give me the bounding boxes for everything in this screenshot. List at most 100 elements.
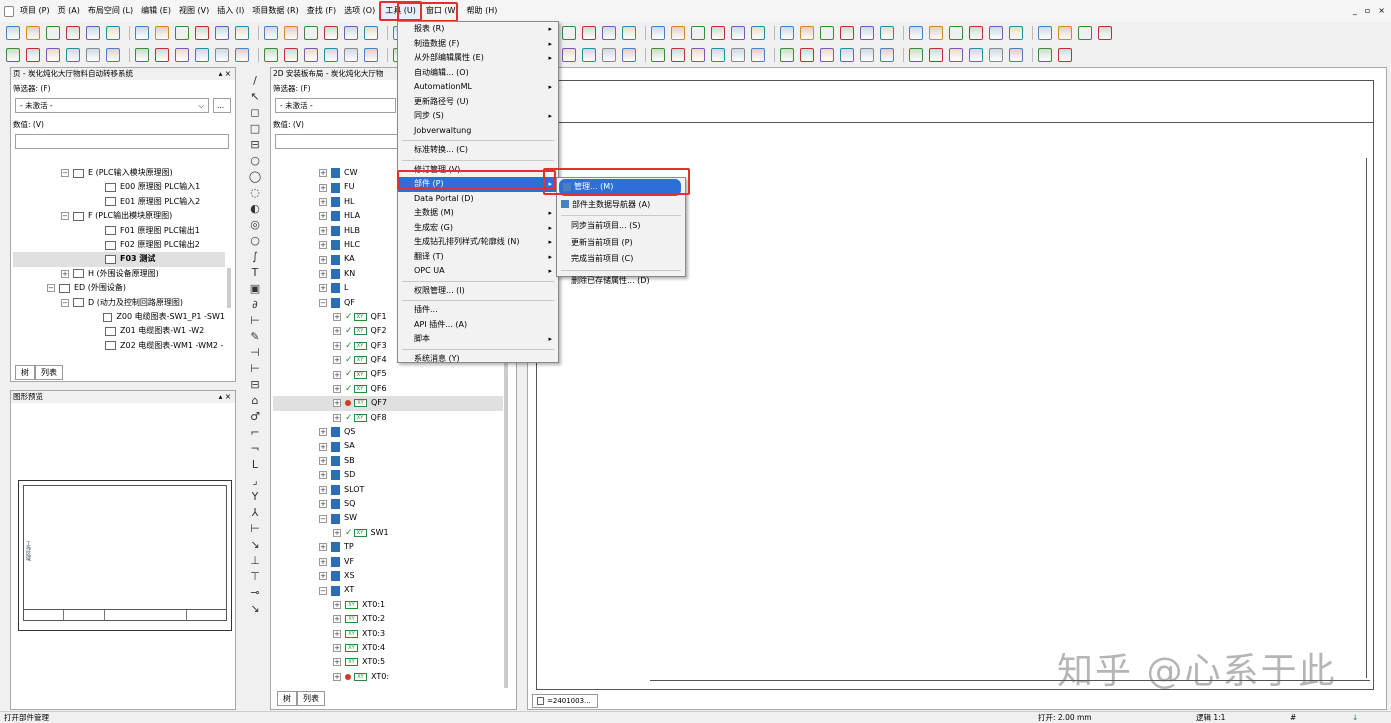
menu-item-8[interactable]: 选项 (O) [340, 0, 379, 22]
tree-node[interactable]: Z01 电缆图表-W1 -W2 [13, 324, 225, 338]
tools-menu-item-2[interactable]: 从外部编辑属性 (E) ▸ [398, 51, 558, 66]
tree-node[interactable]: + XY XT0: [273, 670, 503, 684]
scrollbar-thumb[interactable] [227, 268, 231, 308]
drawing-tool-icon[interactable]: ⊥ [249, 554, 262, 567]
filter-combo[interactable]: - 未激活 - [275, 98, 396, 113]
toolbar-button-icon[interactable] [6, 48, 20, 62]
menu-item-4[interactable]: 视图 (V) [175, 0, 213, 22]
expand-icon[interactable]: + [319, 543, 327, 552]
toolbar-button-icon[interactable] [215, 48, 229, 62]
expand-icon[interactable]: + [333, 313, 341, 322]
toolbar-button-icon[interactable] [840, 48, 854, 62]
drawing-tool-icon[interactable]: ∂ [249, 298, 262, 311]
expand-icon[interactable]: + [319, 485, 327, 494]
drawing-tool-icon[interactable]: ↖ [249, 90, 262, 103]
toolbar-button-icon[interactable] [989, 48, 1003, 62]
toolbar-button-icon[interactable] [1078, 26, 1092, 40]
tools-menu-item-16[interactable]: 生成钻孔排列样式/轮廓线 (N) ▸ [398, 235, 558, 250]
tree-node[interactable]: − D (动力及控制回路原理图) [13, 296, 225, 310]
tree-node[interactable]: − ED (外围设备) [13, 281, 225, 295]
toolbar-button-icon[interactable] [820, 48, 834, 62]
drawing-tool-icon[interactable]: ♂ [249, 410, 262, 423]
toolbar-button-icon[interactable] [6, 26, 20, 40]
drawing-tool-icon[interactable]: ◯ [249, 170, 262, 183]
expand-icon[interactable]: + [333, 615, 341, 624]
toolbar-button-icon[interactable] [949, 26, 963, 40]
filter-combo[interactable]: - 未激活 - ⌵ [15, 98, 209, 113]
drawing-tool-icon[interactable]: L [249, 458, 262, 471]
expand-icon[interactable]: + [319, 241, 327, 250]
expand-icon[interactable]: + [333, 600, 341, 609]
tools-menu-item-22[interactable]: 插件... [398, 303, 558, 318]
toolbar-button-icon[interactable] [602, 26, 616, 40]
menu-item-1[interactable]: 页 (A) [54, 0, 84, 22]
tools-menu-item-17[interactable]: 翻译 (T) ▸ [398, 250, 558, 265]
tools-menu-item-5[interactable]: 更新路径号 (U) [398, 95, 558, 110]
tree-node[interactable]: + XY QF7 [273, 396, 503, 411]
toolbar-button-icon[interactable] [284, 26, 298, 40]
editor-tab[interactable]: =2401003... [532, 694, 598, 708]
toolbar-button-icon[interactable] [155, 48, 169, 62]
toolbar-button-icon[interactable] [671, 26, 685, 40]
toolbar-button-icon[interactable] [860, 48, 874, 62]
toolbar-button-icon[interactable] [195, 26, 209, 40]
drawing-tool-icon[interactable]: ○ [249, 234, 262, 247]
toolbar-button-icon[interactable] [1038, 26, 1052, 40]
panel-close-icon[interactable]: ▴ × [219, 68, 231, 80]
tab-0[interactable]: 树 [277, 691, 297, 706]
tree-node[interactable]: + SA [273, 439, 503, 453]
expand-icon[interactable]: + [333, 327, 341, 336]
expand-icon[interactable]: + [319, 457, 327, 465]
parts-menu-item-7[interactable]: 删除已存储属性... (D) [557, 273, 685, 290]
expand-icon[interactable]: + [319, 442, 327, 451]
restore-icon[interactable]: ▫ [1365, 6, 1370, 15]
expand-icon[interactable]: + [319, 269, 327, 278]
toolbar-button-icon[interactable] [264, 26, 278, 40]
tools-menu-item-14[interactable]: 主数据 (M) ▸ [398, 206, 558, 221]
expand-icon[interactable]: + [319, 183, 327, 192]
toolbar-button-icon[interactable] [671, 48, 685, 62]
tools-menu-item-23[interactable]: API 插件... (A) [398, 318, 558, 333]
tab-1[interactable]: 列表 [35, 365, 63, 380]
tree-node[interactable]: + QS [273, 425, 503, 439]
expand-icon[interactable]: + [333, 370, 341, 379]
tree-node[interactable]: E00 原理图 PLC输入1 [13, 180, 225, 194]
tools-menu-item-7[interactable]: Jobverwaltung [398, 124, 558, 139]
toolbar-button-icon[interactable] [880, 48, 894, 62]
drawing-tool-icon[interactable]: ⊟ [249, 378, 262, 391]
collapse-icon[interactable]: − [47, 284, 55, 293]
tab-1[interactable]: 列表 [297, 691, 325, 706]
toolbar-button-icon[interactable] [235, 26, 249, 40]
tree-node[interactable]: Z00 电缆图表-SW1_P1 -SW1 [13, 310, 225, 324]
collapse-icon[interactable]: − [61, 169, 69, 178]
toolbar-button-icon[interactable] [711, 26, 725, 40]
expand-icon[interactable]: + [319, 500, 327, 509]
toolbar-button-icon[interactable] [860, 26, 874, 40]
tree-node[interactable]: − F (PLC输出模块原理图) [13, 209, 225, 223]
expand-icon[interactable]: + [333, 672, 341, 681]
menu-item-5[interactable]: 插入 (I) [213, 0, 248, 22]
drawing-tool-icon[interactable]: ✎ [249, 330, 262, 343]
tree-node[interactable]: F02 原理图 PLC输出2 [13, 238, 225, 252]
tools-menu-item-4[interactable]: AutomationML ▸ [398, 80, 558, 95]
toolbar-button-icon[interactable] [26, 48, 40, 62]
toolbar-button-icon[interactable] [651, 26, 665, 40]
drawing-tool-icon[interactable]: ⊣ [249, 346, 262, 359]
tools-menu-item-18[interactable]: OPC UA ▸ [398, 264, 558, 279]
parts-menu-item-1[interactable]: 部件主数据导航器 (A) [557, 197, 685, 214]
tree-node[interactable]: F03 测试 [13, 252, 225, 267]
toolbar-button-icon[interactable] [651, 48, 665, 62]
tree-node[interactable]: + XY XT0:2 [273, 612, 503, 626]
tree-node[interactable]: + XS [273, 569, 503, 583]
tree-node[interactable]: + ✓ XY QF5 [273, 367, 503, 381]
toolbar-button-icon[interactable] [155, 26, 169, 40]
toolbar-button-icon[interactable] [1058, 48, 1072, 62]
tree-node[interactable]: − XT [273, 583, 503, 597]
toolbar-button-icon[interactable] [135, 48, 149, 62]
tree-node[interactable]: + ✓ XY SW1 [273, 526, 503, 540]
tree-node[interactable]: F01 原理图 PLC输出1 [13, 224, 225, 238]
tree-node[interactable]: + XY XT0:5 [273, 655, 503, 669]
toolbar-button-icon[interactable] [582, 48, 596, 62]
expand-icon[interactable]: + [319, 284, 327, 293]
menu-item-7[interactable]: 查找 (F) [303, 0, 340, 22]
